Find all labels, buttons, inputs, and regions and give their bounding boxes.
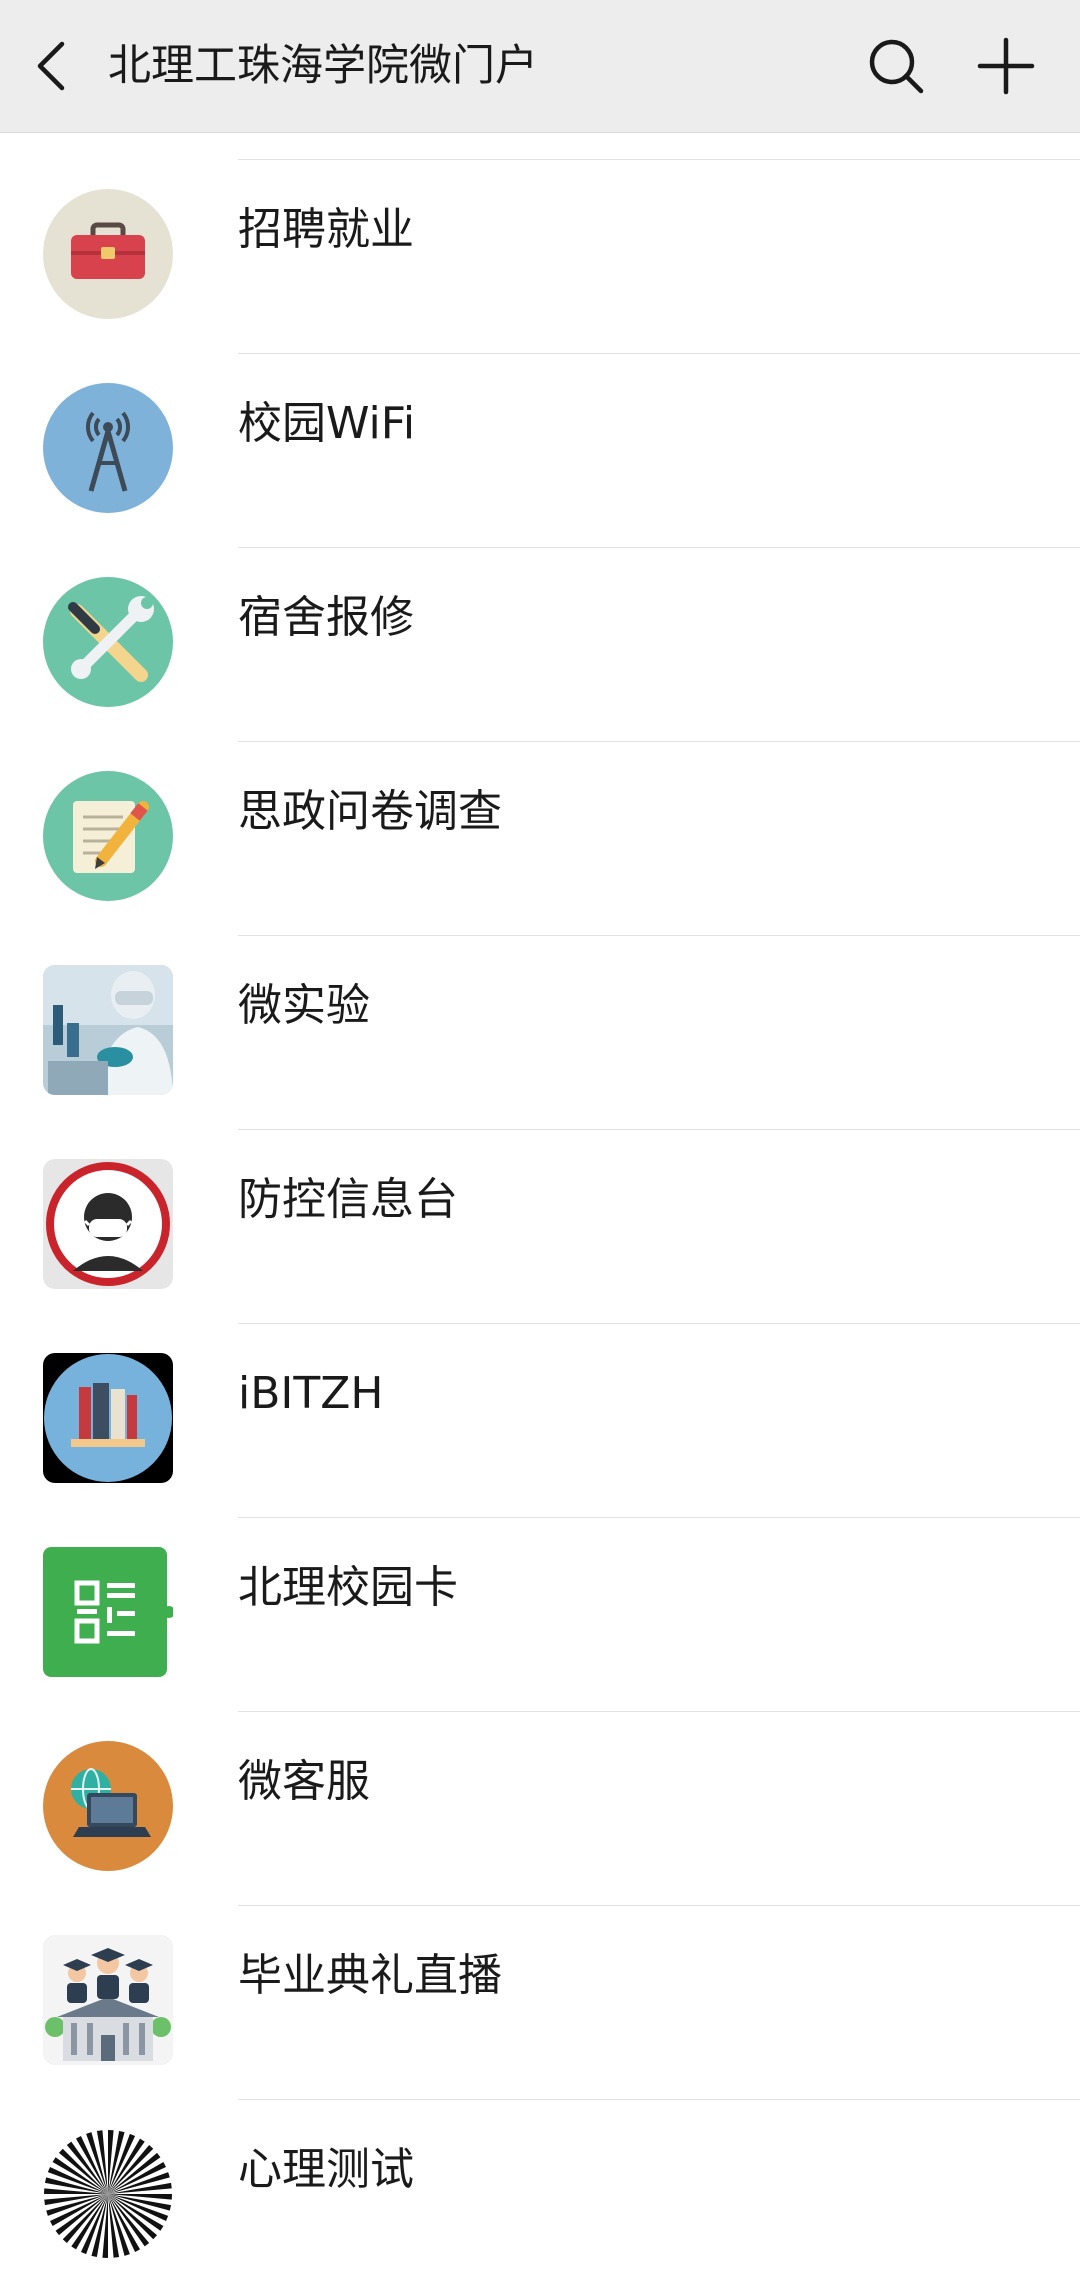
menu-item-label: 心理测试	[238, 2144, 414, 2195]
search-icon	[869, 39, 924, 94]
menu-list: 招聘就业 校园WiFi 宿舍报修 思政问卷调查 微实验 防控信息台 iBITZH…	[0, 133, 1080, 2269]
menu-item-psych-test[interactable]: 心理测试	[0, 2100, 1080, 2269]
menu-item-micro-lab[interactable]: 微实验	[0, 936, 1080, 1130]
menu-item-recruitment[interactable]: 招聘就业	[0, 160, 1080, 354]
menu-item-epidemic-info[interactable]: 防控信息台	[0, 1130, 1080, 1324]
page-title: 北理工珠海学院微门户	[108, 41, 538, 91]
menu-item-label: 校园WiFi	[238, 398, 416, 449]
menu-item-label: 思政问卷调查	[238, 786, 502, 837]
menu-item-label: 毕业典礼直播	[238, 1950, 502, 2001]
menu-item-label: iBITZH	[238, 1368, 384, 1419]
toolbox-icon	[43, 189, 173, 319]
masked-person-icon	[43, 1159, 173, 1289]
menu-item-label: 宿舍报修	[238, 592, 414, 643]
qr-card-icon	[43, 1547, 173, 1677]
chevron-left-icon	[37, 41, 65, 91]
menu-item-label: 北理校园卡	[238, 1562, 458, 1613]
menu-item-label: 微客服	[238, 1756, 370, 1807]
menu-item-label: 微实验	[238, 980, 370, 1031]
menu-item-ibitzh[interactable]: iBITZH	[0, 1324, 1080, 1518]
menu-item-survey[interactable]: 思政问卷调查	[0, 742, 1080, 936]
menu-item-graduation-live[interactable]: 毕业典礼直播	[0, 1906, 1080, 2100]
notepad-pencil-icon	[43, 771, 173, 901]
menu-item-dorm-repair[interactable]: 宿舍报修	[0, 548, 1080, 742]
bookshelf-icon	[43, 1353, 173, 1483]
top-navigation-bar: 北理工珠海学院微门户	[0, 0, 1080, 133]
lab-scientist-icon	[43, 965, 173, 1095]
menu-item-label: 防控信息台	[238, 1174, 458, 1225]
wrench-screwdriver-icon	[43, 577, 173, 707]
search-button[interactable]	[866, 36, 926, 96]
antenna-tower-icon	[43, 383, 173, 513]
menu-item-campus-wifi[interactable]: 校园WiFi	[0, 354, 1080, 548]
back-button[interactable]	[28, 30, 78, 102]
menu-item-customer-service[interactable]: 微客服	[0, 1712, 1080, 1906]
graduates-building-icon	[43, 1935, 173, 2065]
menu-item-campus-card[interactable]: 北理校园卡	[0, 1518, 1080, 1712]
radial-pattern-icon	[43, 2129, 173, 2259]
menu-item-label: 招聘就业	[238, 204, 414, 255]
laptop-globe-icon	[43, 1741, 173, 1871]
add-button[interactable]	[976, 36, 1036, 96]
plus-icon	[977, 37, 1035, 95]
